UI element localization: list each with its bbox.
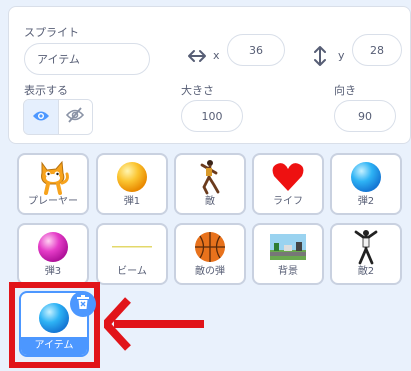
x-position-input[interactable]: 36	[227, 34, 285, 66]
cat-icon	[19, 159, 87, 195]
sprite-tile[interactable]: 背景	[252, 223, 324, 285]
delete-sprite-button[interactable]	[70, 291, 96, 317]
show-label: 表示する	[24, 84, 68, 97]
sprite-tile-label: 背景	[278, 266, 298, 277]
pink-ball-icon	[19, 229, 87, 265]
beam-line-icon	[98, 229, 166, 265]
sprite-tile[interactable]: ライフ	[252, 153, 324, 215]
sprite-tile[interactable]: 弾3	[17, 223, 89, 285]
trash-icon	[76, 294, 90, 314]
sprite-tile[interactable]: プレーヤー	[17, 153, 89, 215]
sprite-tile-label: ライフ	[273, 196, 303, 207]
sprite-tile[interactable]: 敵2	[330, 223, 402, 285]
sprite-tile[interactable]: 弾2	[330, 153, 402, 215]
sprite-tile[interactable]: ビーム	[96, 223, 168, 285]
orange-ball-icon	[98, 159, 166, 195]
heart-icon	[254, 159, 322, 195]
horizontal-arrows-icon	[187, 48, 207, 68]
size-label: 大きさ	[181, 84, 214, 97]
visibility-toggle	[23, 99, 93, 135]
eye-icon	[32, 108, 50, 127]
sprite-label: スプライト	[24, 26, 79, 39]
arrow-icon	[100, 296, 206, 356]
landscape-icon	[254, 229, 322, 265]
sprite-tile[interactable]: 弾1	[96, 153, 168, 215]
sprite-tile-label: 敵の弾	[195, 266, 225, 277]
sprite-tile-label: 敵2	[357, 266, 375, 277]
dancer-icon	[332, 229, 400, 265]
sprite-tile-label: プレーヤー	[28, 196, 78, 207]
sprite-name-input[interactable]: アイテム	[24, 43, 150, 75]
sprite-tile[interactable]: 敵の弾	[174, 223, 246, 285]
x-label: x	[213, 49, 220, 62]
basketball-icon	[176, 229, 244, 265]
y-position-input[interactable]: 28	[352, 34, 402, 66]
blue-ball-icon	[332, 159, 400, 195]
sprite-tile-label: ビーム	[117, 266, 147, 277]
sprite-tile-label: 弾3	[44, 266, 62, 277]
dancer-icon	[176, 159, 244, 195]
sprite-tile-label: 弾1	[123, 196, 141, 207]
vertical-arrows-icon	[314, 45, 326, 71]
size-input[interactable]: 100	[181, 100, 243, 132]
direction-input[interactable]: 90	[334, 100, 396, 132]
show-button[interactable]	[24, 100, 58, 134]
y-label: y	[338, 49, 345, 62]
hide-button[interactable]	[57, 100, 92, 134]
sprite-info-panel: スプライト アイテム x 36 y 28 表示する 大きさ 100 向き 90	[8, 6, 411, 144]
sprite-tile[interactable]: 敵	[174, 153, 246, 215]
direction-label: 向き	[334, 84, 356, 97]
sprite-tile-label: 弾2	[357, 196, 375, 207]
sprite-tile-label: 敵	[205, 196, 215, 207]
eye-off-icon	[66, 107, 85, 127]
